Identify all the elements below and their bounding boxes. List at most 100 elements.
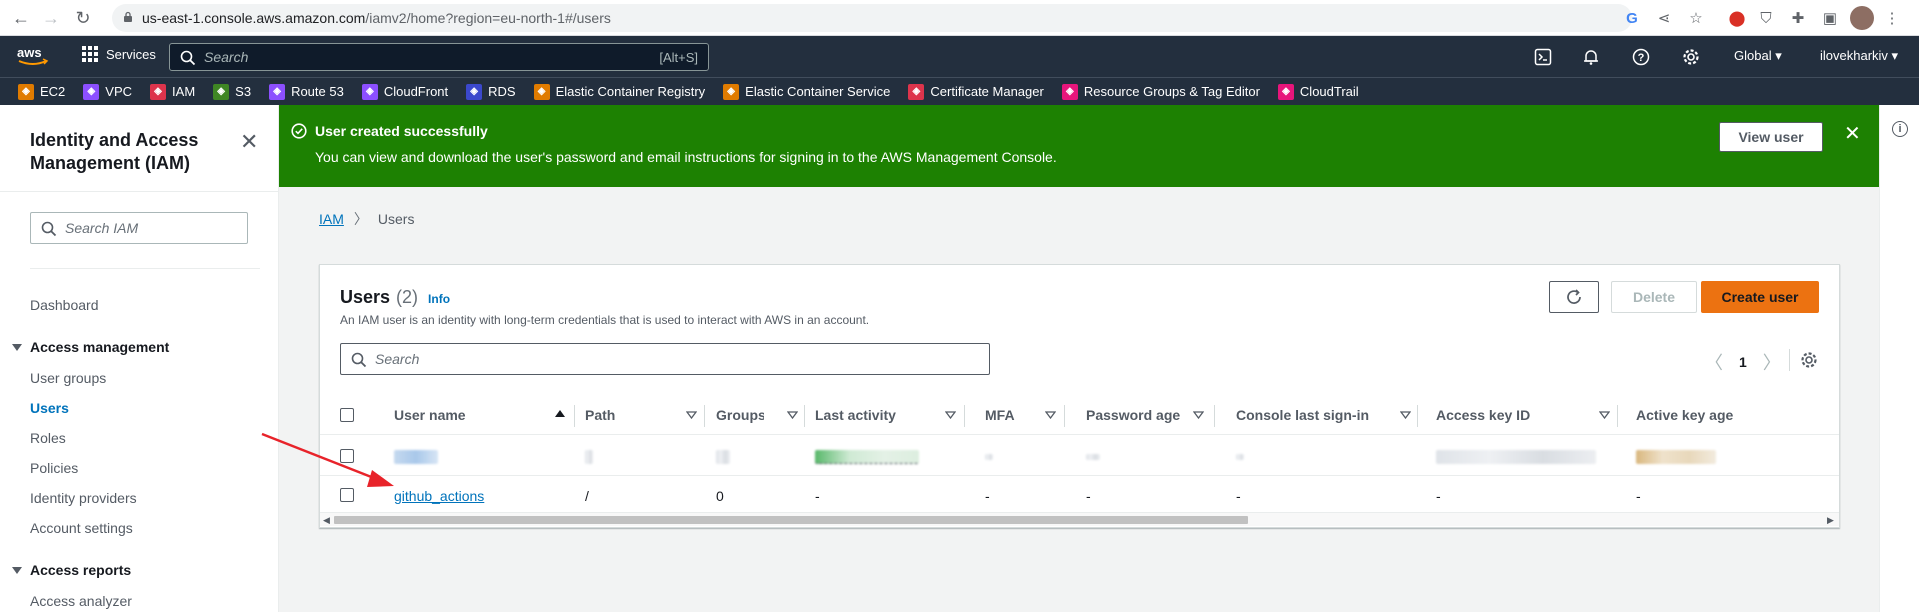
horizontal-scrollbar[interactable]: ◀ ▶ <box>320 512 1839 526</box>
column-mfa[interactable]: MFA <box>985 405 1015 425</box>
sidebar-item-account-settings[interactable]: Account settings <box>30 520 133 536</box>
favorite-s3[interactable]: ◈ S3 <box>213 83 251 100</box>
next-page-icon[interactable]: 〉 <box>1763 349 1781 375</box>
column-divider[interactable] <box>1417 405 1418 427</box>
profile-avatar[interactable] <box>1850 6 1874 30</box>
sidebar-item-dashboard[interactable]: Dashboard <box>30 297 99 313</box>
extension-shield-icon[interactable]: ⬤ <box>1725 6 1749 30</box>
page-number[interactable]: 1 <box>1739 354 1747 370</box>
sidebar-item-access-analyzer[interactable]: Access analyzer <box>30 593 132 609</box>
lock-icon <box>124 11 132 22</box>
sort-icon[interactable] <box>1045 411 1056 419</box>
services-menu[interactable]: Services <box>82 46 156 62</box>
column-divider[interactable] <box>1214 405 1215 427</box>
sort-icon[interactable] <box>1400 411 1411 419</box>
info-panel-icon[interactable]: i <box>1892 121 1908 137</box>
sort-icon[interactable] <box>686 411 697 419</box>
share-icon[interactable]: ⋖ <box>1652 6 1676 30</box>
sort-icon[interactable] <box>945 411 956 419</box>
column-last-activity[interactable]: Last activity <box>815 405 896 425</box>
favorite-iam[interactable]: ◈ IAM <box>150 83 195 100</box>
sidebar-item-roles[interactable]: Roles <box>30 430 66 446</box>
column-divider[interactable] <box>574 405 575 427</box>
column-divider[interactable] <box>704 405 705 427</box>
back-icon[interactable]: ← <box>6 3 36 33</box>
extensions-puzzle-icon[interactable]: ✚ <box>1786 6 1810 30</box>
select-all-checkbox[interactable] <box>340 408 354 422</box>
favorite-certificate-manager[interactable]: ◈ Certificate Manager <box>908 83 1044 100</box>
column-user-name[interactable]: User name <box>394 405 466 425</box>
region-selector[interactable]: Global ▾ <box>1734 48 1782 64</box>
column-password-age[interactable]: Password age <box>1086 405 1180 425</box>
column-divider[interactable] <box>1064 405 1065 427</box>
redacted-user-name[interactable] <box>394 450 438 464</box>
previous-page-icon[interactable]: 〈 <box>1705 349 1723 375</box>
favorite-resource-groups-tag-editor[interactable]: ◈ Resource Groups & Tag Editor <box>1061 83 1260 100</box>
account-menu[interactable]: ilovekharkiv ▾ <box>1820 48 1898 64</box>
scrollbar-thumb[interactable] <box>334 516 1248 524</box>
favorite-route-53[interactable]: ◈ Route 53 <box>269 83 344 100</box>
aws-logo[interactable]: aws <box>16 44 50 68</box>
favorite-vpc[interactable]: ◈ VPC <box>83 83 132 100</box>
table-header: User name Path Groups Last activity MFA … <box>320 395 1839 435</box>
favorite-ec2[interactable]: ◈ EC2 <box>18 83 65 100</box>
favorite-cloudtrail[interactable]: ◈ CloudTrail <box>1277 83 1359 100</box>
scroll-right-icon[interactable]: ▶ <box>1827 515 1834 526</box>
row-checkbox[interactable] <box>340 488 354 502</box>
column-groups[interactable]: Groups <box>716 405 764 425</box>
forward-icon[interactable]: → <box>36 3 66 33</box>
create-user-button[interactable]: Create user <box>1701 281 1819 313</box>
favorite-elastic-container-registry[interactable]: ◈ Elastic Container Registry <box>533 83 705 100</box>
refresh-button[interactable] <box>1549 281 1599 313</box>
users-search-input[interactable]: Search <box>340 343 990 375</box>
reload-icon[interactable]: ↻ <box>68 3 98 33</box>
side-panel-icon[interactable]: ▣ <box>1818 6 1842 30</box>
sidebar-section-access-management[interactable]: Access management <box>12 339 169 355</box>
settings-gear-icon[interactable] <box>1680 46 1702 68</box>
address-bar[interactable]: us-east-1.console.aws.amazon.com/iamv2/h… <box>112 4 1632 32</box>
info-link[interactable]: Info <box>428 292 450 306</box>
column-divider[interactable] <box>1617 405 1618 427</box>
sort-icon[interactable] <box>787 411 798 419</box>
column-access-key-id[interactable]: Access key ID <box>1436 405 1530 425</box>
cell-active-key-age: - <box>1636 488 1641 504</box>
column-console-last-sign-in[interactable]: Console last sign-in <box>1236 405 1369 425</box>
row-checkbox[interactable] <box>340 449 354 463</box>
sidebar-item-policies[interactable]: Policies <box>30 460 78 476</box>
favorite-rds[interactable]: ◈ RDS <box>466 83 516 100</box>
delete-button[interactable]: Delete <box>1611 281 1697 313</box>
sidebar-item-identity-providers[interactable]: Identity providers <box>30 490 137 506</box>
bookmark-star-icon[interactable]: ☆ <box>1684 6 1708 30</box>
breadcrumb-iam-link[interactable]: IAM <box>319 211 344 227</box>
favorite-cloudfront[interactable]: ◈ CloudFront <box>361 83 448 100</box>
column-path[interactable]: Path <box>585 405 615 425</box>
view-user-button[interactable]: View user <box>1719 122 1823 152</box>
pagination: 〈 1 〉 <box>1705 349 1781 375</box>
close-sidebar-icon[interactable]: ✕ <box>240 129 258 155</box>
column-divider[interactable] <box>964 405 965 427</box>
service-icon: ◈ <box>723 83 740 100</box>
column-active-key-age[interactable]: Active key age <box>1636 405 1733 425</box>
column-divider[interactable] <box>804 405 805 427</box>
global-search-input[interactable]: Search [Alt+S] <box>169 43 709 71</box>
sidebar-section-access-reports[interactable]: Access reports <box>12 562 131 578</box>
help-icon[interactable]: ? <box>1630 46 1652 68</box>
table-preferences-icon[interactable] <box>1798 349 1820 371</box>
close-flash-icon[interactable]: ✕ <box>1844 121 1861 146</box>
sort-icon[interactable] <box>1193 411 1204 419</box>
extension-badge-icon[interactable]: ⛉ <box>1754 6 1778 30</box>
browser-menu-icon[interactable]: ⋮ <box>1880 6 1904 30</box>
sidebar-item-users[interactable]: Users <box>30 400 69 416</box>
redacted-groups <box>716 450 730 464</box>
user-name-link[interactable]: github_actions <box>394 488 484 504</box>
sidebar-item-user-groups[interactable]: User groups <box>30 370 106 386</box>
sidebar-search-input[interactable]: Search IAM <box>30 212 248 244</box>
scroll-left-icon[interactable]: ◀ <box>323 515 330 526</box>
sort-ascending-icon[interactable] <box>555 410 565 417</box>
sort-icon[interactable] <box>1599 411 1610 419</box>
cloudshell-icon[interactable] <box>1532 46 1554 68</box>
notifications-bell-icon[interactable] <box>1580 46 1602 68</box>
google-icon[interactable]: G <box>1620 6 1644 30</box>
url-host: us-east-1.console.aws.amazon.com <box>142 10 366 26</box>
favorite-elastic-container-service[interactable]: ◈ Elastic Container Service <box>723 83 890 100</box>
